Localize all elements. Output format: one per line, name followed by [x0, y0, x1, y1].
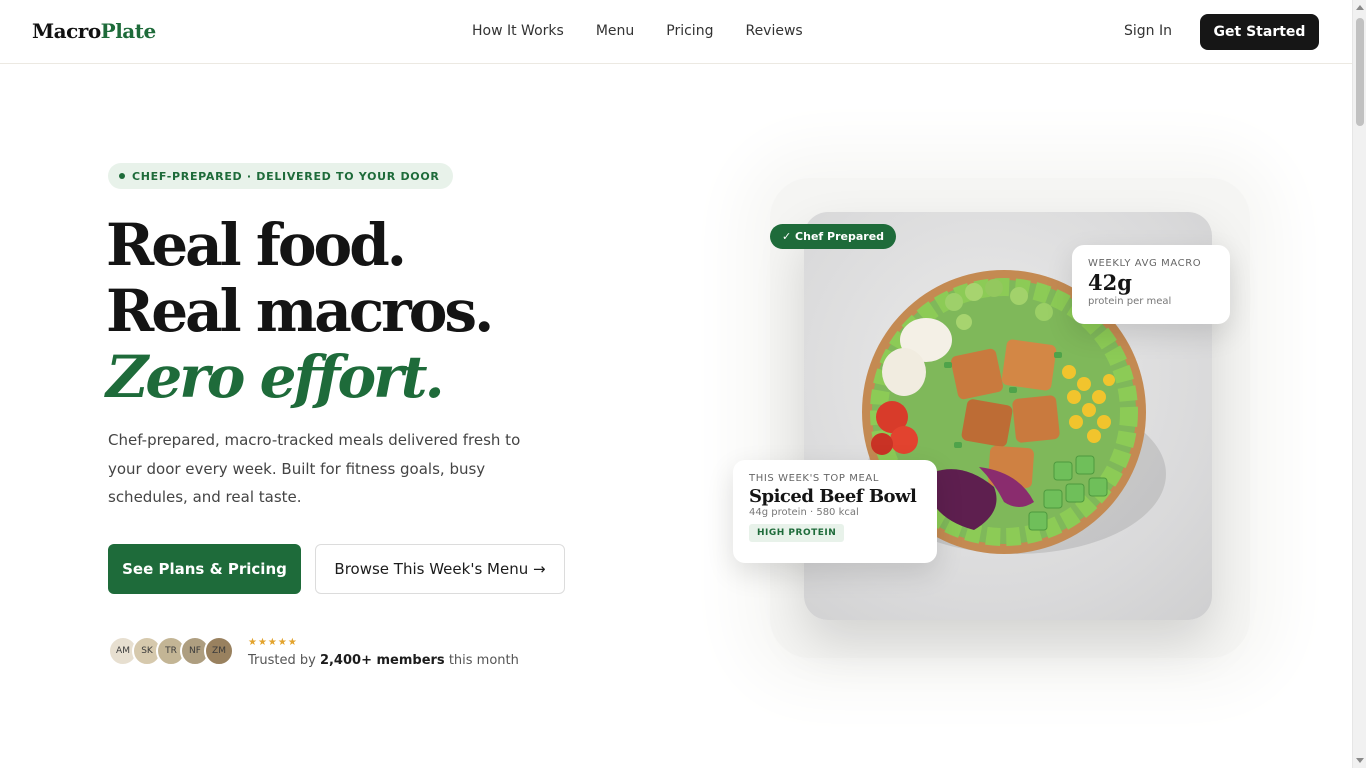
- hero-headline: Real food. Real macros. Zero effort.: [106, 211, 494, 411]
- logo[interactable]: MacroPlate: [32, 19, 156, 43]
- eyebrow-text: CHEF-PREPARED · DELIVERED TO YOUR DOOR: [132, 169, 440, 183]
- nav-how-it-works[interactable]: How It Works: [472, 23, 564, 39]
- trusted-prefix: Trusted by: [248, 653, 316, 668]
- trusted-count: 2,400+ members: [319, 653, 445, 668]
- meal-card-label: THIS WEEK'S TOP MEAL: [749, 473, 880, 484]
- trusted-by-text: Trusted by 2,400+ members this month: [248, 653, 519, 668]
- nav-pricing[interactable]: Pricing: [666, 23, 713, 39]
- scrollbar-thumb[interactable]: [1356, 18, 1364, 126]
- dot-icon: [119, 173, 125, 179]
- member-avatars: AM SK TR NF ZM: [108, 636, 234, 666]
- see-plans-button[interactable]: See Plans & Pricing: [108, 544, 301, 594]
- headline-line-1: Real food.: [106, 211, 407, 279]
- high-protein-tag: HIGH PROTEIN: [749, 524, 845, 542]
- site-header: MacroPlate How It Works Menu Pricing Rev…: [0, 0, 1352, 64]
- chef-prepared-badge: ✓ Chef Prepared: [770, 224, 897, 249]
- page-scrollbar[interactable]: [1352, 0, 1366, 768]
- nav-menu[interactable]: Menu: [596, 23, 634, 39]
- macro-stat-card: WEEKLY AVG MACRO 42g protein per meal: [1072, 245, 1230, 324]
- headline-line-2: Real macros.: [106, 277, 494, 345]
- meal-card-name: Spiced Beef Bowl: [749, 486, 917, 507]
- macro-card-value: 42g: [1088, 270, 1132, 295]
- scroll-up-arrow-icon[interactable]: [1356, 5, 1364, 10]
- nav-reviews[interactable]: Reviews: [745, 23, 802, 39]
- rating-stars-icon: ★★★★★: [248, 637, 298, 648]
- logo-text: Macro: [32, 19, 101, 43]
- eyebrow-pill: CHEF-PREPARED · DELIVERED TO YOUR DOOR: [108, 163, 453, 189]
- headline-line-3: Zero effort.: [106, 343, 445, 411]
- top-meal-card[interactable]: THIS WEEK'S TOP MEAL Spiced Beef Bowl 44…: [733, 460, 937, 563]
- logo-accent-text: Plate: [100, 19, 157, 43]
- meal-card-stats: 44g protein · 580 kcal: [749, 507, 859, 518]
- sign-in-link[interactable]: Sign In: [1124, 23, 1172, 39]
- scroll-down-arrow-icon[interactable]: [1356, 758, 1364, 763]
- avatar: ZM: [204, 636, 234, 666]
- main-nav: How It Works Menu Pricing Reviews: [472, 23, 803, 39]
- macro-card-sub: protein per meal: [1088, 296, 1172, 307]
- browse-menu-button[interactable]: Browse This Week's Menu →: [315, 544, 565, 594]
- get-started-button[interactable]: Get Started: [1200, 14, 1319, 50]
- macro-card-label: WEEKLY AVG MACRO: [1088, 258, 1202, 269]
- hero-description: Chef-prepared, macro-tracked meals deliv…: [108, 431, 521, 506]
- trusted-suffix: this month: [448, 653, 519, 668]
